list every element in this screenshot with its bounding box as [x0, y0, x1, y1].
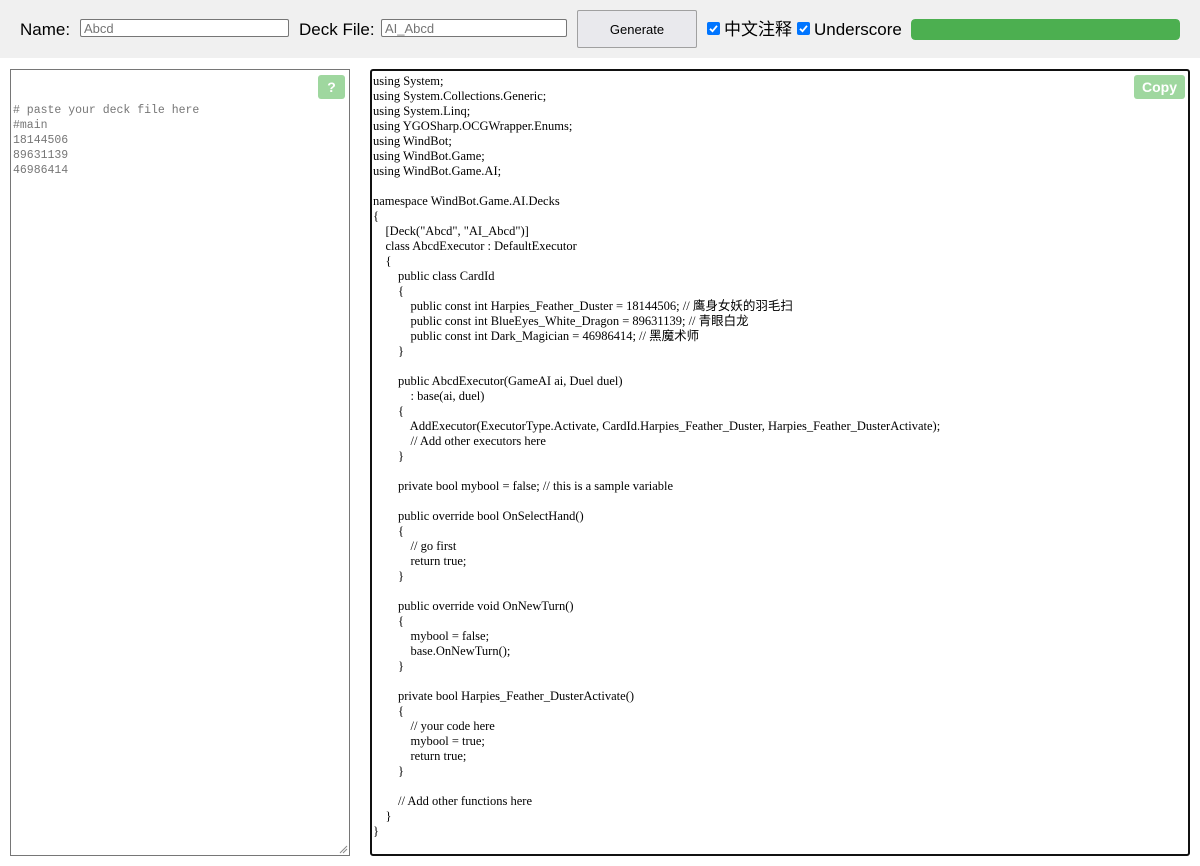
- code-line: // Add other functions here: [373, 794, 532, 808]
- code-line: }: [373, 809, 392, 823]
- code-output[interactable]: using System; using System.Collections.Ge…: [370, 69, 1190, 856]
- deck-file-input[interactable]: [381, 19, 567, 37]
- code-line: {: [373, 254, 392, 268]
- deck-placeholder-line: # paste your deck file here: [13, 104, 200, 117]
- deck-placeholder-line: #main: [13, 119, 48, 132]
- toolbar: Name: Deck File: Generate 中文注释 Underscor…: [0, 0, 1200, 58]
- code-line: {: [373, 404, 404, 418]
- code-line: {: [373, 614, 404, 628]
- code-line: mybool = true;: [373, 734, 485, 748]
- code-line: // your code here: [373, 719, 495, 733]
- code-line: // Add other executors here: [373, 434, 546, 448]
- deck-placeholder-line: 18144506: [13, 134, 69, 147]
- progress-bar-fill: [911, 19, 1180, 40]
- code-line: using WindBot.Game.AI;: [373, 164, 502, 178]
- code-line: using System.Linq;: [373, 104, 471, 118]
- checkmark-icon: [799, 25, 808, 33]
- code-line: return true;: [373, 554, 467, 568]
- code-line: }: [373, 344, 404, 358]
- chinese-comments-label[interactable]: 中文注释: [724, 20, 792, 40]
- underscore-checkbox[interactable]: [797, 22, 810, 35]
- code-line: namespace WindBot.Game.AI.Decks: [373, 194, 560, 208]
- code-line: }: [373, 824, 379, 838]
- code-line: }: [373, 659, 404, 673]
- code-line: [Deck("Abcd", "AI_Abcd")]: [373, 224, 529, 238]
- code-line: {: [373, 524, 404, 538]
- code-line: public const int Dark_Magician = 4698641…: [373, 329, 700, 343]
- code-line: {: [373, 284, 404, 298]
- deck-file-textarea[interactable]: # paste your deck file here #main 18144506…: [10, 69, 350, 856]
- name-input[interactable]: [80, 19, 289, 37]
- deck-placeholder-line: 89631139: [13, 149, 69, 162]
- help-button[interactable]: ?: [318, 75, 345, 99]
- underscore-label[interactable]: Underscore: [814, 20, 902, 40]
- code-line: // go first: [373, 539, 457, 553]
- code-line: }: [373, 569, 404, 583]
- code-line: using WindBot.Game;: [373, 149, 485, 163]
- code-line: using YGOSharp.OCGWrapper.Enums;: [373, 119, 573, 133]
- code-line: mybool = false;: [373, 629, 490, 643]
- code-line: {: [373, 209, 379, 223]
- code-line: {: [373, 704, 404, 718]
- generate-button[interactable]: Generate: [577, 10, 697, 48]
- code-line: : base(ai, duel): [373, 389, 485, 403]
- chinese-comments-checkbox[interactable]: [707, 22, 720, 35]
- code-line: }: [373, 449, 404, 463]
- code-line: private bool Harpies_Feather_DusterActiv…: [373, 689, 635, 703]
- code-line: public class CardId: [373, 269, 495, 283]
- checkmark-icon: [709, 25, 718, 33]
- name-label: Name:: [20, 20, 71, 39]
- progress-bar: [911, 19, 1180, 40]
- code-line: }: [373, 764, 404, 778]
- code-line: using System;: [373, 74, 444, 88]
- code-line: using System.Collections.Generic;: [373, 89, 547, 103]
- code-line: public const int BlueEyes_White_Dragon =…: [373, 314, 749, 328]
- resize-grip-icon[interactable]: [338, 844, 348, 854]
- code-line: using WindBot;: [373, 134, 452, 148]
- code-line: public override void OnNewTurn(): [373, 599, 574, 613]
- code-line: class AbcdExecutor : DefaultExecutor: [373, 239, 577, 253]
- code-line: public override bool OnSelectHand(): [373, 509, 584, 523]
- code-line: base.OnNewTurn();: [373, 644, 511, 658]
- code-line: private bool mybool = false; // this is …: [373, 479, 674, 493]
- code-line: public AbcdExecutor(GameAI ai, Duel duel…: [373, 374, 623, 388]
- code-line: return true;: [373, 749, 467, 763]
- copy-button[interactable]: Copy: [1134, 75, 1185, 99]
- code-line: AddExecutor(ExecutorType.Activate, CardI…: [373, 419, 941, 433]
- deck-file-label: Deck File:: [299, 20, 375, 39]
- code-line: public const int Harpies_Feather_Duster …: [373, 299, 793, 313]
- deck-placeholder-line: 46986414: [13, 164, 69, 177]
